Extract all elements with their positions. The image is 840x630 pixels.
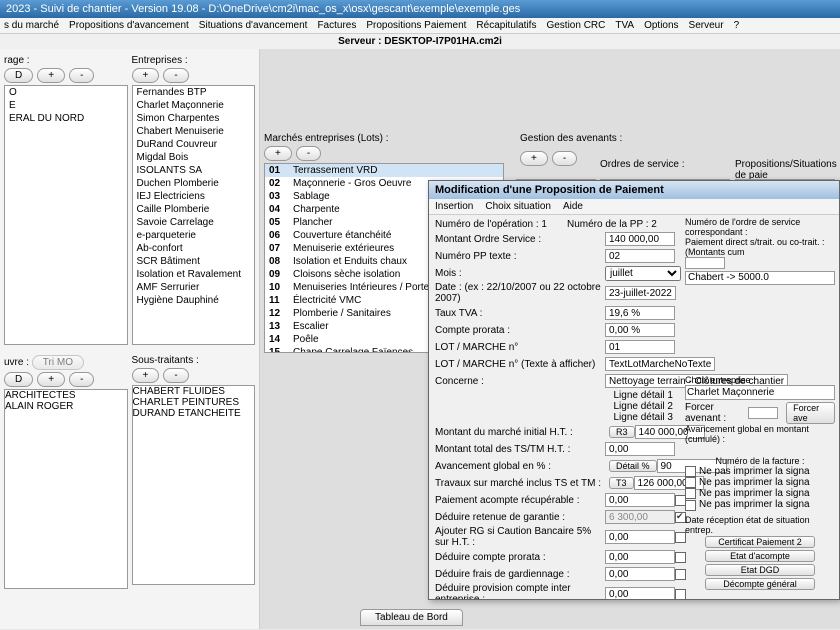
menu-item[interactable]: TVA [615,20,634,31]
d-button-2[interactable]: D [4,372,33,387]
ouvrage-label: rage : [4,55,128,66]
list-item[interactable]: Isolation et Ravalement [133,268,255,281]
avglob-label: Avancement global en montant (cumulé) : [685,424,835,444]
paie-input[interactable] [685,257,725,269]
list-item[interactable]: Chabert Menuiserie [133,125,255,138]
force-label: Forcer avenant : [685,402,744,424]
list-item[interactable]: Hygiène Dauphiné [133,294,255,307]
main-menu: s du marché Propositions d'avancement Situ… [0,18,840,34]
modal-menu-item[interactable]: Choix situation [485,201,551,212]
ouvrage-list[interactable]: OEERAL DU NORD [4,85,128,345]
list-item[interactable]: DuRand Couvreur [133,138,255,151]
lots-label: Marchés entreprises (Lots) : [264,133,504,144]
list-item[interactable]: DURAND ETANCHEITE [133,408,255,419]
ordres-label: Ordres de service : [600,159,684,170]
lot-row[interactable]: 01Terrassement VRD [265,164,503,177]
entreprises-list[interactable]: Fernandes BTPCharlet MaçonnerieSimon Cha… [132,85,256,345]
num-op: Numéro de l'opération : 1 [435,219,547,230]
plus-button-2[interactable]: + [132,68,160,83]
sous-list[interactable]: CHABERT FLUIDESCHARLET PEINTURESDURAND E… [132,385,256,585]
uvre-label: uvre : Tri MO [4,355,128,370]
choix-label: Choix entreprise : [685,375,835,385]
list-item[interactable]: ARCHITECTES [5,390,127,401]
modal-right-col: Numéro de l'ordre de service corresponda… [685,217,835,591]
menu-item[interactable]: Récapitulatifs [476,20,536,31]
modal-menu-item[interactable]: Aide [563,201,583,212]
tableau-tab[interactable]: Tableau de Bord [360,609,463,626]
list-item[interactable]: Simon Charpentes [133,112,255,125]
menu-item[interactable]: Propositions Paiement [366,20,466,31]
list-item[interactable]: ALAIN ROGER [5,401,127,412]
menu-item[interactable]: Factures [317,20,356,31]
chabert-val: Chabert -> 5000.0 [685,271,835,285]
list-item[interactable]: AMF Serrurier [133,281,255,294]
list-item[interactable]: Charlet Maçonnerie [133,99,255,112]
force-button[interactable]: Forcer ave [786,402,835,424]
paie-label: Paiement direct s/trait. ou co-trait. : … [685,237,835,257]
lots-minus[interactable]: - [296,146,321,161]
list-item[interactable]: IEJ Electriciens [133,190,255,203]
list-item[interactable]: Migdal Bois [133,151,255,164]
minus-button-2[interactable]: - [163,68,188,83]
list-item[interactable]: Ab-confort [133,242,255,255]
list-item[interactable]: Fernandes BTP [133,86,255,99]
list-item[interactable]: Savoie Carrelage [133,216,255,229]
titlebar: 2023 - Suivi de chantier - Version 19.08… [0,0,840,18]
plus-button-4[interactable]: + [132,368,160,383]
list-item[interactable]: E [5,99,127,112]
minus-button[interactable]: - [69,68,94,83]
modal-title: Modification d'une Proposition de Paieme… [429,181,839,199]
minus-button-4[interactable]: - [163,368,188,383]
list-item[interactable]: Duchen Plomberie [133,177,255,190]
list-item[interactable]: ERAL DU NORD [5,112,127,125]
menu-item[interactable]: ? [734,20,740,31]
props-label: Propositions/Situations de paie [735,159,840,181]
menu-item[interactable]: Gestion CRC [546,20,605,31]
menu-item[interactable]: Serveur [689,20,724,31]
av-plus[interactable]: + [520,151,548,166]
daterecep-label: Date réception état de situation entrep. [685,515,835,535]
list-item[interactable]: O [5,86,127,99]
avenants-label: Gestion des avenants : [520,133,622,144]
sous-label: Sous-traitants : [132,355,256,366]
ordre-corr-label: Numéro de l'ordre de service corresponda… [685,217,835,237]
modal-menu: Insertion Choix situation Aide [429,199,839,215]
list-item[interactable]: ISOLANTS SA [133,164,255,177]
server-line: Serveur : DESKTOP-I7P01HA.cm2i [0,34,840,49]
cert-button[interactable]: Etat DGD [705,564,815,576]
choix-val[interactable]: Charlet Maçonnerie [685,385,835,400]
list-item[interactable]: e-parqueterie [133,229,255,242]
lots-plus[interactable]: + [264,146,292,161]
left-pane: rage : D + - OEERAL DU NORD Entreprises … [0,49,260,629]
modal-menu-item[interactable]: Insertion [435,201,473,212]
menu-item[interactable]: Propositions d'avancement [69,20,189,31]
cert-button[interactable]: Décompte général [705,578,815,590]
plus-button[interactable]: + [37,68,65,83]
cert-button[interactable]: Etat d'acompte [705,550,815,562]
menu-item[interactable]: Situations d'avancement [199,20,308,31]
plus-button-3[interactable]: + [37,372,65,387]
list-item[interactable]: CHABERT FLUIDES [133,386,255,397]
moe-list[interactable]: ARCHITECTESALAIN ROGER [4,389,128,589]
menu-item[interactable]: Options [644,20,678,31]
list-item[interactable]: CHARLET PEINTURES [133,397,255,408]
minus-button-3[interactable]: - [69,372,94,387]
trimo-button: Tri MO [32,355,84,370]
numfac-label: Numéro de la facture : [685,456,835,466]
menu-item[interactable]: s du marché [4,20,59,31]
list-item[interactable]: SCR Bâtiment [133,255,255,268]
modal-proposition: Modification d'une Proposition de Paieme… [428,180,840,600]
entreprises-label: Entreprises : [132,55,256,66]
av-minus[interactable]: - [552,151,577,166]
list-item[interactable]: Caille Plomberie [133,203,255,216]
num-pp: Numéro de la PP : 2 [567,219,657,230]
d-button[interactable]: D [4,68,33,83]
cert-button[interactable]: Certificat Paiement 2 [705,536,815,548]
force-input[interactable] [748,407,778,419]
